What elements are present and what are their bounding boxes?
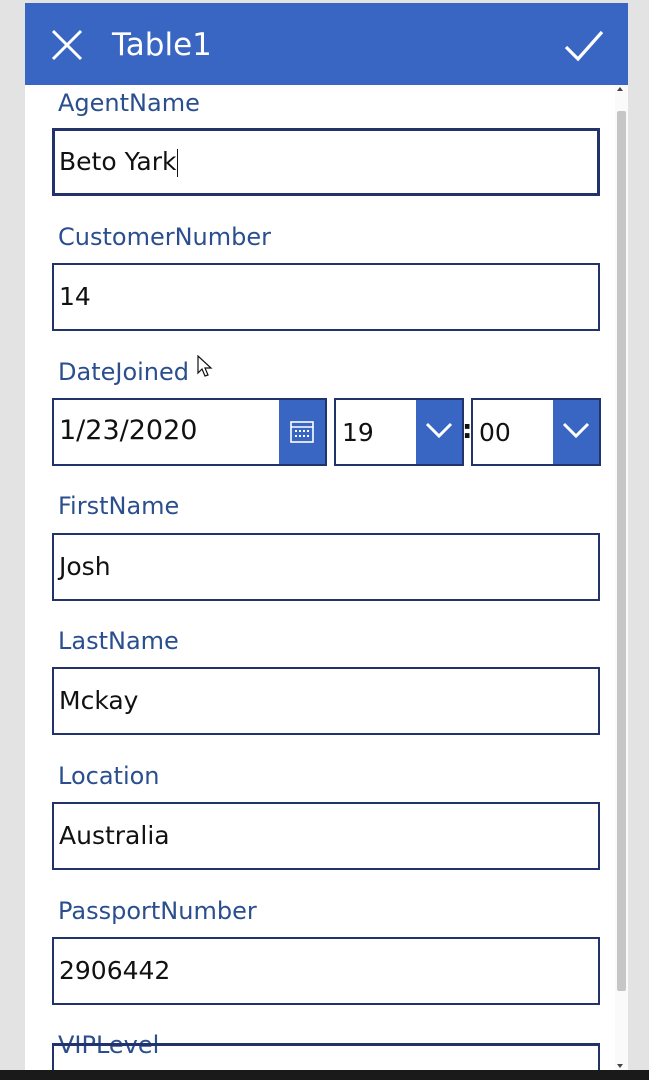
check-icon[interactable]	[563, 27, 605, 65]
date-joined-date-value: 1/23/2020	[59, 415, 198, 446]
last-name-value: Mckay	[59, 686, 139, 715]
minute-dropdown-button[interactable]	[553, 400, 599, 464]
first-name-value: Josh	[59, 552, 111, 581]
minute-dropdown[interactable]: 00	[471, 398, 601, 466]
location-value: Australia	[59, 821, 170, 850]
passport-number-value: 2906442	[59, 956, 171, 985]
first-name-label: FirstName	[58, 492, 180, 520]
scrollbar-thumb[interactable]	[617, 111, 626, 991]
chevron-down-icon	[425, 422, 453, 439]
location-input[interactable]: Australia	[52, 802, 600, 870]
calendar-button[interactable]	[279, 400, 325, 464]
date-joined-date-picker[interactable]: 1/23/2020	[52, 398, 327, 466]
passport-number-input[interactable]: 2906442	[52, 937, 600, 1005]
last-name-input[interactable]: Mckay	[52, 667, 600, 735]
customer-number-label: CustomerNumber	[58, 223, 271, 251]
agent-name-value: Beto Yark	[59, 147, 177, 176]
chevron-down-icon	[562, 422, 590, 439]
form-header: Table1	[25, 3, 628, 85]
agent-name-label: AgentName	[58, 89, 200, 117]
hour-dropdown[interactable]: 19	[334, 398, 464, 466]
mouse-pointer-icon	[197, 355, 213, 377]
customer-number-value: 14	[59, 282, 91, 311]
form-body: AgentName Beto Yark CustomerNumber 14 Da…	[25, 85, 615, 1070]
passport-number-label: PassportNumber	[58, 897, 257, 925]
close-icon[interactable]	[49, 27, 85, 63]
form-title: Table1	[112, 27, 212, 63]
location-label: Location	[58, 762, 160, 790]
first-name-input[interactable]: Josh	[52, 533, 600, 601]
text-caret	[177, 149, 179, 177]
scroll-up-arrow-icon[interactable]	[617, 87, 623, 91]
agent-name-input[interactable]: Beto Yark	[52, 128, 600, 196]
hour-dropdown-button[interactable]	[416, 400, 462, 464]
vertical-scrollbar[interactable]	[615, 85, 628, 1070]
hour-value: 19	[342, 418, 374, 447]
edit-form-screen: Table1 AgentName Beto Yark CustomerNumbe…	[25, 3, 628, 1070]
customer-number-input[interactable]: 14	[52, 263, 600, 331]
scroll-down-arrow-icon[interactable]	[617, 1064, 623, 1068]
date-joined-label: DateJoined	[58, 358, 190, 386]
window-bottom-edge	[0, 1070, 649, 1080]
vip-level-input[interactable]	[52, 1043, 600, 1070]
minute-value: 00	[479, 418, 511, 447]
last-name-label: LastName	[58, 627, 179, 655]
calendar-icon	[290, 421, 314, 443]
